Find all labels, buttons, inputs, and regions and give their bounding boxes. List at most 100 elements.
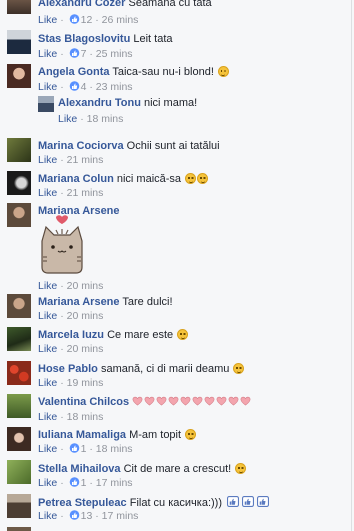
avatar[interactable] — [7, 171, 31, 195]
commenter-name[interactable]: Hose Pablo — [38, 363, 98, 375]
like-reaction-icon[interactable] — [69, 48, 80, 58]
thumbs-up-emoji-icon — [257, 496, 270, 507]
pusheen-cat-sticker — [41, 215, 83, 274]
timestamp[interactable]: 19 mins — [67, 377, 104, 389]
heart-emoji-icon — [156, 396, 167, 406]
comment-text: samană, ci di marii deamu — [100, 363, 230, 375]
comment-text: Ce mare este — [107, 329, 174, 341]
like-count: 12 — [80, 14, 93, 26]
like-reaction-icon[interactable] — [69, 510, 80, 520]
heart-emoji-icon — [204, 396, 215, 406]
timestamp[interactable]: 21 mins — [67, 187, 104, 199]
commenter-name[interactable]: Stella Mihailova — [38, 463, 121, 475]
like-link[interactable]: Like — [38, 310, 57, 322]
timestamp[interactable]: 21 mins — [67, 154, 104, 166]
timestamp[interactable]: 18 mins — [67, 411, 104, 423]
comment-text: Ochii sunt ai tatălui — [126, 140, 220, 152]
timestamp[interactable]: 25 mins — [96, 48, 133, 60]
avatar[interactable] — [7, 138, 31, 162]
comment-feed: Alexandru Cozer Seamana cu tata Like · 1… — [0, 0, 354, 531]
commenter-name[interactable]: Mariana Arsene — [38, 296, 120, 308]
like-link[interactable]: Like — [38, 154, 57, 166]
comment-text: Leit tata — [133, 33, 173, 45]
timestamp[interactable]: 18 mins — [96, 443, 133, 455]
commenter-name[interactable]: Alexandru Cozer — [38, 0, 125, 9]
like-link[interactable]: Like — [38, 81, 57, 93]
comment-text: Filat cu касичка:))) — [129, 497, 222, 509]
column-divider — [351, 0, 352, 531]
commenter-name[interactable]: Alexandru Tonu — [58, 97, 141, 109]
commenter-name[interactable]: Marina Cociorva — [38, 140, 124, 152]
comment-text: Tare dulci! — [122, 296, 173, 308]
avatar[interactable] — [7, 203, 31, 227]
smile-emoji-icon — [185, 173, 197, 184]
smile-emoji-icon — [217, 66, 229, 77]
timestamp[interactable]: 26 mins — [102, 14, 139, 26]
timestamp[interactable]: 17 mins — [96, 477, 133, 489]
commenter-name[interactable]: Angela Gonta — [38, 66, 110, 78]
smile-emoji-icon — [197, 173, 209, 184]
like-link[interactable]: Like — [38, 377, 57, 389]
commenter-name[interactable]: Iuliana Mamaliga — [38, 429, 126, 441]
heart-emoji-icon — [180, 396, 191, 406]
like-link[interactable]: Like — [58, 113, 77, 125]
heart-emoji-icon — [228, 396, 239, 406]
like-link[interactable]: Like — [38, 48, 57, 60]
avatar[interactable] — [38, 96, 54, 112]
like-link[interactable]: Like — [38, 510, 57, 522]
heart-emoji-icon — [144, 396, 155, 406]
like-reaction-icon[interactable] — [69, 477, 80, 487]
avatar[interactable] — [7, 327, 31, 351]
avatar[interactable] — [7, 527, 31, 531]
heart-emoji-icon — [192, 396, 203, 406]
like-link[interactable]: Like — [38, 343, 57, 355]
like-count: 1 — [80, 477, 87, 489]
like-link[interactable]: Like — [38, 280, 57, 292]
avatar[interactable] — [7, 427, 31, 451]
like-link[interactable]: Like — [38, 14, 57, 26]
heart-emoji-icon — [216, 396, 227, 406]
avatar[interactable] — [7, 30, 31, 54]
timestamp[interactable]: 23 mins — [96, 81, 133, 93]
comment-text: Taica-sau nu-i blond! — [112, 66, 214, 78]
avatar[interactable] — [7, 64, 31, 88]
like-count: 4 — [80, 81, 87, 93]
smile-emoji-icon — [185, 429, 197, 440]
heart-emoji-icon — [240, 396, 251, 406]
like-reaction-icon[interactable] — [69, 81, 80, 91]
avatar[interactable] — [7, 294, 31, 318]
like-count: 1 — [80, 443, 87, 455]
thumbs-up-emoji-icon — [242, 496, 255, 507]
timestamp[interactable]: 17 mins — [102, 510, 139, 522]
timestamp[interactable]: 18 mins — [87, 113, 124, 125]
commenter-name[interactable]: Mariana Colun — [38, 173, 114, 185]
avatar[interactable] — [7, 361, 31, 385]
like-link[interactable]: Like — [38, 443, 57, 455]
timestamp[interactable]: 20 mins — [67, 280, 104, 292]
commenter-name[interactable]: Petrea Stepuleac — [38, 497, 127, 509]
like-count: 13 — [80, 510, 93, 522]
wink-emoji-icon — [235, 463, 247, 474]
heart-emoji-icon — [168, 396, 179, 406]
timestamp[interactable]: 20 mins — [67, 343, 104, 355]
timestamp[interactable]: 20 mins — [67, 310, 104, 322]
like-link[interactable]: Like — [38, 477, 57, 489]
comment-text: Seamana cu tata — [128, 0, 212, 9]
like-link[interactable]: Like — [38, 411, 57, 423]
comment-text: nici maică-sa — [116, 173, 182, 185]
commenter-name[interactable]: Marcela Iuzu — [38, 329, 104, 341]
avatar[interactable] — [7, 460, 31, 484]
avatar[interactable] — [7, 0, 31, 14]
like-reaction-icon[interactable] — [69, 14, 80, 24]
avatar[interactable] — [7, 494, 31, 518]
comment-text: Cit de mare a crescut! — [123, 463, 232, 475]
avatar[interactable] — [7, 394, 31, 418]
like-reaction-icon[interactable] — [69, 443, 80, 453]
smile-emoji-icon — [177, 329, 189, 340]
comment-text: M-am topit — [129, 429, 182, 441]
commenter-name[interactable]: Stas Blagoslovitu — [38, 33, 130, 45]
like-count: 7 — [80, 48, 87, 60]
like-link[interactable]: Like — [38, 187, 57, 199]
commenter-name[interactable]: Valentina Chilcos — [38, 396, 129, 408]
smile-emoji-icon — [233, 363, 245, 374]
